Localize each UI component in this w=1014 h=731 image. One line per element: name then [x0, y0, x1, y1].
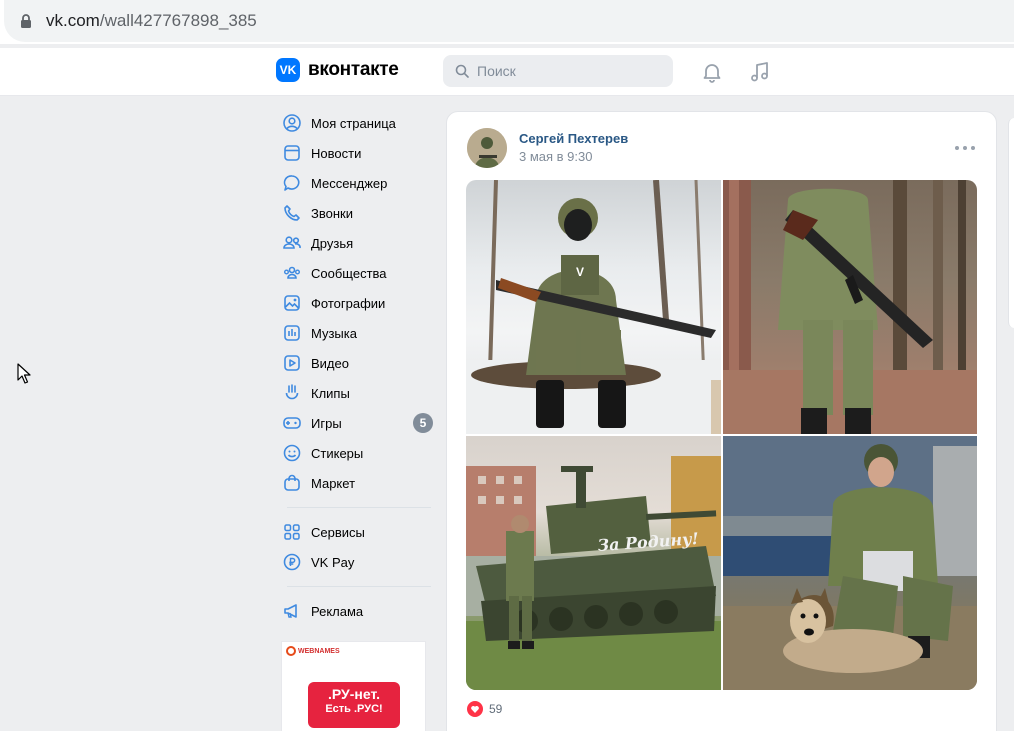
photo-icon — [284, 295, 300, 311]
clips-icon — [285, 384, 299, 400]
heart-icon — [467, 701, 483, 717]
sidebar-item-calls[interactable]: Звонки — [281, 198, 433, 228]
like-count: 59 — [489, 702, 503, 716]
vk-logo[interactable]: VK вконтакте — [276, 58, 399, 82]
ad-brand-logo: WEBNAMES — [286, 646, 340, 656]
search-icon — [455, 64, 469, 78]
sidebar-item-label: Звонки — [311, 205, 353, 221]
user-circle-icon — [283, 114, 301, 132]
post-author-name[interactable]: Сергей Пехтерев — [519, 131, 628, 146]
ad-subline: Есть .РУС! — [325, 703, 383, 715]
sidebar-item-music[interactable]: Музыка — [281, 318, 433, 348]
friends-icon — [283, 236, 301, 249]
sidebar-item-ads[interactable]: Реклама — [281, 596, 433, 626]
search-input[interactable]: Поиск — [443, 55, 673, 87]
sidebar-item-games[interactable]: Игры 5 — [281, 408, 433, 438]
sidebar-item-label: VK Pay — [311, 554, 355, 570]
sidebar-item-label: Стикеры — [311, 445, 364, 461]
sidebar-item-label: Мессенджер — [311, 175, 388, 191]
megaphone-icon — [284, 604, 297, 618]
communities-icon — [284, 266, 300, 279]
phone-icon — [284, 205, 300, 221]
sidebar-item-services[interactable]: Сервисы — [281, 517, 433, 547]
vkpay-icon — [283, 553, 301, 571]
post-photo[interactable]: V — [466, 180, 721, 434]
sidebar-item-label: Клипы — [311, 385, 350, 401]
sidebar-item-messenger[interactable]: Мессенджер — [281, 168, 433, 198]
left-menu: Моя страница Новости Мессенджер Звонки Д… — [281, 108, 433, 626]
wall-post: Сергей Пехтерев 3 мая в 9:30 V За Родину… — [446, 111, 997, 731]
like-button[interactable]: 59 — [467, 701, 502, 717]
site-header: VK вконтакте Поиск — [0, 48, 1014, 96]
sticker-icon — [283, 444, 301, 462]
music-note-icon[interactable] — [748, 60, 772, 84]
vest-mark: V — [576, 265, 584, 279]
sidebar-item-label: Новости — [311, 145, 362, 161]
browser-address-bar: vk.com/wall427767898_385 — [0, 0, 1014, 44]
bell-icon[interactable] — [700, 60, 724, 84]
url-field[interactable]: vk.com/wall427767898_385 — [4, 0, 1014, 42]
sidebar-item-label: Друзья — [311, 235, 354, 251]
post-photo[interactable]: За Родину! — [466, 436, 721, 690]
lock-icon — [21, 14, 31, 28]
sidebar-item-friends[interactable]: Друзья — [281, 228, 433, 258]
sidebar-item-label: Игры — [311, 415, 342, 431]
vk-logo-mark: VK — [276, 58, 300, 82]
ad-creative: .РУ-нет. Есть .РУС! — [308, 682, 400, 728]
music-icon — [284, 325, 300, 341]
sidebar-item-label: Сообщества — [311, 265, 387, 281]
market-icon — [284, 474, 300, 491]
sidebar-item-label: Фотографии — [311, 295, 386, 311]
vk-logo-text: вконтакте — [308, 59, 399, 80]
sidebar-item-label: Музыка — [311, 325, 357, 341]
video-icon — [284, 355, 300, 371]
news-icon — [284, 145, 300, 161]
sidebar-item-label: Реклама — [311, 603, 364, 619]
sidebar-item-news[interactable]: Новости — [281, 138, 433, 168]
services-icon — [284, 524, 300, 540]
ad-banner[interactable]: WEBNAMES .РУ-нет. Есть .РУС! — [281, 641, 426, 731]
sidebar-item-vkpay[interactable]: VK Pay — [281, 547, 433, 577]
sidebar-item-communities[interactable]: Сообщества — [281, 258, 433, 288]
sidebar-item-stickers[interactable]: Стикеры — [281, 438, 433, 468]
games-count-badge: 5 — [413, 413, 433, 433]
sidebar-item-video[interactable]: Видео — [281, 348, 433, 378]
url-text: vk.com/wall427767898_385 — [46, 11, 257, 30]
author-avatar[interactable] — [467, 128, 507, 168]
sidebar-item-label: Сервисы — [311, 524, 365, 540]
post-photo[interactable] — [723, 436, 977, 690]
sidebar-item-label: Видео — [311, 355, 349, 371]
sidebar-item-label: Маркет — [311, 475, 356, 491]
sidebar-item-clips[interactable]: Клипы — [281, 378, 433, 408]
right-edge-panel — [1008, 118, 1014, 328]
post-photo[interactable] — [723, 180, 977, 434]
menu-divider — [287, 586, 431, 587]
sidebar-item-photos[interactable]: Фотографии — [281, 288, 433, 318]
mouse-cursor-icon — [17, 363, 31, 384]
search-placeholder: Поиск — [477, 63, 516, 79]
sidebar-item-market[interactable]: Маркет — [281, 468, 433, 498]
games-icon — [283, 417, 301, 429]
sidebar-item-my-page[interactable]: Моя страница — [281, 108, 433, 138]
menu-divider — [287, 507, 431, 508]
sidebar-item-label: Моя страница — [311, 115, 396, 131]
post-date[interactable]: 3 мая в 9:30 — [519, 149, 592, 164]
message-icon — [283, 175, 300, 191]
ad-headline: .РУ-нет. — [328, 686, 380, 702]
more-options-icon[interactable] — [955, 142, 975, 154]
